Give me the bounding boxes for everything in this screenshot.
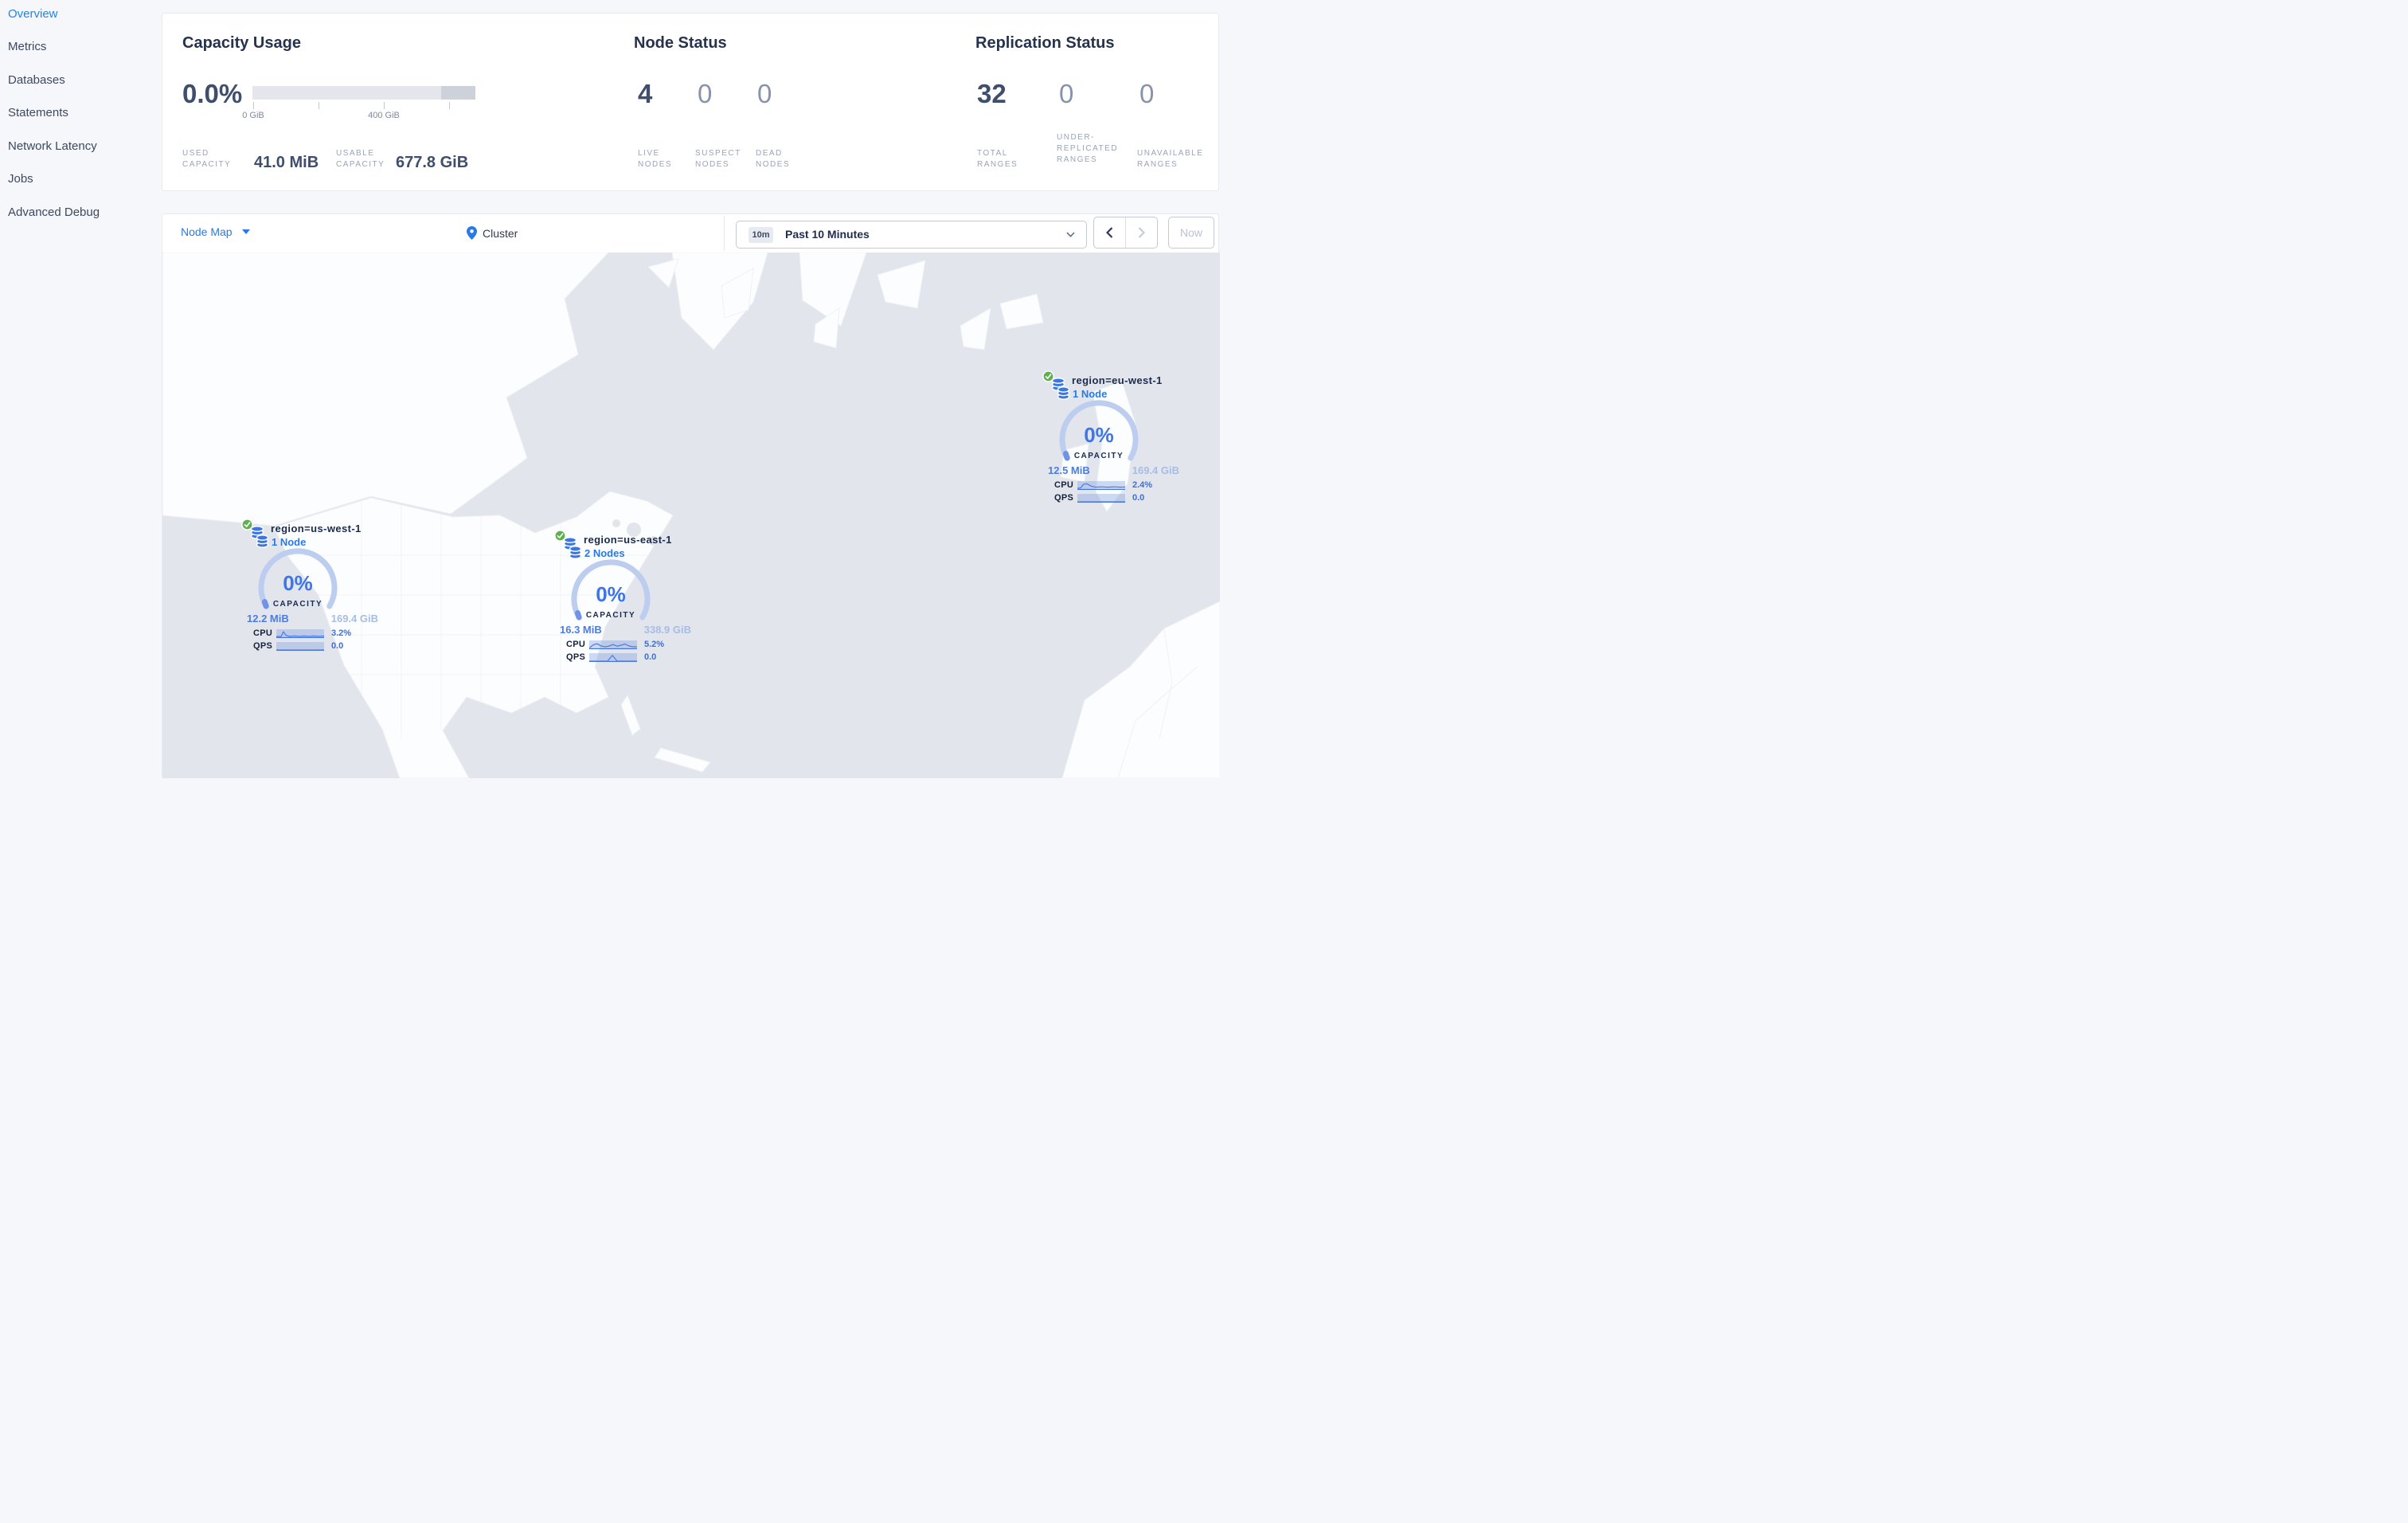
cpu-label: CPU — [1054, 480, 1074, 490]
sidebar-item-jobs[interactable]: Jobs — [8, 172, 151, 188]
sidebar-item-databases[interactable]: Databases — [8, 73, 151, 89]
region-usable-capacity: 169.4 GiB — [330, 613, 378, 624]
live-nodes-count: 4 — [638, 79, 653, 108]
under-replicated-ranges-label: UNDER- REPLICATED RANGES — [1057, 133, 1119, 164]
chevron-left-icon — [1106, 227, 1113, 238]
time-back-button[interactable] — [1094, 217, 1126, 248]
region-marker-us-west-1: region=us-west-1 1 Node 0% CAPACITY 12.2… — [239, 515, 430, 659]
region-used-capacity: 16.3 MiB — [560, 624, 602, 636]
time-step-buttons — [1093, 217, 1158, 249]
gauge-capacity-label: CAPACITY — [273, 600, 322, 609]
suspect-nodes-label: SUSPECT NODES — [695, 149, 741, 169]
db-console-overview-page: Overview Metrics Databases Statements Ne… — [0, 0, 1231, 789]
qps-sparkline — [1077, 494, 1125, 503]
world-map[interactable]: region=us-west-1 1 Node 0% CAPACITY 12.2… — [162, 253, 1220, 778]
gauge-capacity-label: CAPACITY — [586, 611, 635, 620]
chevron-down-icon — [1066, 232, 1075, 237]
region-marker-us-east-1: region=us-east-1 2 Nodes 0% CAPACITY 16.… — [552, 527, 743, 670]
sidebar-item-metrics[interactable]: Metrics — [8, 40, 151, 56]
time-forward-button[interactable] — [1126, 217, 1157, 248]
cpu-row: CPU 5.2% — [552, 640, 743, 651]
view-mode-dropdown[interactable]: Node Map — [181, 225, 250, 238]
gauge-capacity-label: CAPACITY — [1074, 452, 1124, 460]
node-map-toolbar: Node Map Cluster 10m Past 10 Minutes Now — [162, 214, 1220, 253]
cpu-sparkline — [276, 629, 324, 638]
usable-capacity-value: 677.8 GiB — [396, 154, 469, 171]
total-ranges-count: 32 — [977, 79, 1007, 108]
time-range-label: Past 10 Minutes — [785, 228, 870, 241]
usable-capacity-label: USABLE CAPACITY — [336, 149, 385, 169]
cpu-value: 2.4% — [1132, 480, 1153, 490]
sidebar-item-overview[interactable]: Overview — [8, 7, 151, 23]
capacity-axis-tick — [253, 102, 254, 109]
region-usable-capacity: 169.4 GiB — [1132, 464, 1179, 476]
qps-value: 0.0 — [644, 652, 657, 662]
sidebar: Overview Metrics Databases Statements Ne… — [0, 0, 162, 789]
sidebar-item-statements[interactable]: Statements — [8, 106, 151, 122]
qps-value: 0.0 — [331, 641, 344, 651]
gauge-percent: 0% — [283, 571, 313, 595]
cpu-label: CPU — [566, 640, 586, 649]
capacity-axis-label-0: 0 GiB — [242, 111, 264, 120]
time-range-select[interactable]: 10m Past 10 Minutes — [736, 221, 1087, 249]
cpu-label: CPU — [253, 628, 273, 638]
region-usable-capacity: 338.9 GiB — [643, 624, 691, 636]
cpu-row: CPU 2.4% — [1040, 480, 1220, 491]
qps-row: QPS 0.0 — [552, 652, 743, 664]
region-marker-eu-west-1: region=eu-west-1 1 Node 0% CAPACITY 12.5… — [1040, 367, 1220, 511]
cpu-sparkline — [1077, 481, 1125, 490]
qps-row: QPS 0.0 — [1040, 493, 1220, 504]
unavailable-ranges-label: UNAVAILABLE RANGES — [1137, 149, 1204, 169]
qps-row: QPS 0.0 — [239, 641, 430, 652]
breadcrumb-label: Cluster — [483, 227, 518, 240]
sidebar-item-network-latency[interactable]: Network Latency — [8, 139, 151, 155]
capacity-axis-tick — [384, 102, 385, 109]
qps-value: 0.0 — [1132, 493, 1145, 503]
capacity-used-percent: 0.0% — [182, 79, 243, 108]
view-mode-label: Node Map — [181, 225, 233, 238]
node-status-title: Node Status — [634, 34, 727, 52]
dropdown-triangle-icon — [241, 229, 250, 234]
breadcrumb[interactable]: Cluster — [467, 226, 518, 240]
region-used-capacity: 12.5 MiB — [1048, 464, 1090, 476]
dead-nodes-count: 0 — [757, 79, 772, 108]
suspect-nodes-count: 0 — [698, 79, 713, 108]
region-label: region=eu-west-1 — [1072, 374, 1163, 386]
capacity-usage-title: Capacity Usage — [182, 34, 301, 52]
gauge-percent: 0% — [596, 582, 626, 606]
region-label: region=us-west-1 — [271, 523, 362, 534]
total-ranges-label: TOTAL RANGES — [977, 149, 1018, 169]
used-capacity-value: 41.0 MiB — [254, 154, 319, 171]
cpu-value: 5.2% — [644, 640, 665, 649]
map-pin-icon — [467, 226, 477, 240]
cpu-sparkline — [589, 640, 637, 649]
time-range-badge: 10m — [749, 227, 773, 243]
under-replicated-ranges-count: 0 — [1059, 79, 1074, 108]
qps-label: QPS — [253, 641, 273, 651]
sidebar-item-advanced-debug[interactable]: Advanced Debug — [8, 206, 151, 221]
toolbar-divider — [724, 216, 725, 251]
qps-label: QPS — [566, 652, 586, 662]
live-nodes-label: LIVE NODES — [638, 149, 673, 169]
cluster-summary-card: Capacity Usage 0.0% 0 GiB 400 GiB USED C… — [162, 13, 1219, 191]
capacity-axis-tick — [449, 102, 450, 109]
cpu-value: 3.2% — [331, 628, 352, 638]
unavailable-ranges-count: 0 — [1140, 79, 1155, 108]
qps-sparkline — [276, 642, 324, 651]
region-label: region=us-east-1 — [584, 534, 672, 546]
cpu-row: CPU 3.2% — [239, 628, 430, 640]
capacity-bar-reserved-segment — [441, 86, 475, 100]
region-used-capacity: 12.2 MiB — [247, 613, 289, 624]
dead-nodes-label: DEAD NODES — [756, 149, 791, 169]
replication-status-title: Replication Status — [975, 34, 1115, 52]
capacity-axis-label-400: 400 GiB — [368, 111, 400, 120]
node-map-card: Node Map Cluster 10m Past 10 Minutes Now… — [162, 213, 1220, 778]
now-button[interactable]: Now — [1168, 217, 1214, 249]
qps-sparkline — [589, 653, 637, 662]
gauge-percent: 0% — [1084, 423, 1114, 447]
chevron-right-icon — [1138, 227, 1145, 238]
used-capacity-label: USED CAPACITY — [182, 149, 232, 169]
qps-label: QPS — [1054, 493, 1074, 503]
